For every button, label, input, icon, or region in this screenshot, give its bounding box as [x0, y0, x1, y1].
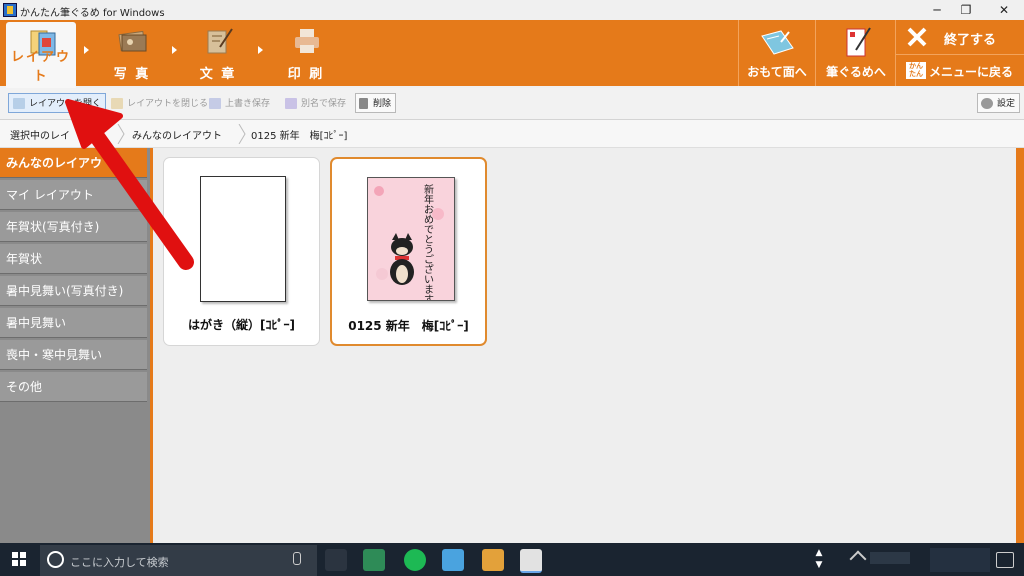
sidebar-item-shochu-photo[interactable]: 暑中見舞い(写真付き)	[0, 276, 147, 306]
breadcrumb-separator-icon	[238, 124, 246, 144]
overwrite-save-label: 上書き保存	[225, 99, 271, 109]
exit-label: 終了する	[944, 33, 997, 48]
windows-start-icon[interactable]	[12, 552, 26, 566]
cortana-icon	[47, 551, 64, 568]
back-to-menu-label: メニューに戻る	[929, 65, 1014, 79]
step-print-tab[interactable]: 印 刷	[270, 20, 342, 86]
delete-button[interactable]: 削除	[355, 93, 397, 113]
settings-button[interactable]: 設定	[977, 93, 1021, 113]
plum-blossom-icon	[374, 186, 384, 196]
shiba-dog-illustration	[390, 233, 414, 285]
overwrite-save-button[interactable]: 上書き保存	[204, 93, 275, 113]
photo-stack-icon	[118, 30, 147, 52]
postcard-front-icon	[761, 30, 794, 55]
go-front-side-button[interactable]: おもて面へ	[738, 20, 815, 86]
greeting-vertical-text: 新年おめでとうございます	[424, 185, 434, 301]
kantan-badge-icon: かんたん	[906, 62, 926, 79]
open-folder-icon	[13, 98, 25, 109]
app-icon-green[interactable]	[363, 549, 385, 571]
exit-button[interactable]: 終了する	[895, 20, 1024, 55]
breadcrumb-layout[interactable]: 0125 新年 梅[ｺﾋﾟｰ]	[251, 127, 347, 142]
go-fudegurume-button[interactable]: 筆ぐるめへ	[815, 20, 896, 86]
delete-label: 削除	[373, 99, 392, 109]
step-text-tab[interactable]: 文 章	[182, 20, 254, 86]
close-window-button[interactable]: ✕	[984, 0, 1024, 20]
go-front-side-label: おもて面へ	[747, 65, 807, 79]
window-title: かんたん筆ぐるめ for Windows	[20, 8, 165, 19]
maximize-button[interactable]: ❐	[946, 0, 986, 20]
tray-icons[interactable]	[870, 552, 910, 564]
step-text-label: 文 章	[199, 67, 237, 82]
save-as-button[interactable]: 別名で保存	[280, 93, 351, 113]
close-x-icon	[907, 27, 927, 47]
save-as-disk-icon	[285, 98, 297, 109]
sidebar-item-shochu[interactable]: 暑中見舞い	[0, 308, 147, 338]
step-photo-tab[interactable]: 写 真	[96, 20, 168, 86]
task-view-icon[interactable]	[325, 549, 347, 571]
step-arrow-icon	[84, 46, 89, 54]
back-to-menu-button[interactable]: かんたん メニューに戻る	[895, 55, 1024, 86]
sidebar-item-other[interactable]: その他	[0, 372, 147, 402]
gear-icon	[981, 98, 993, 109]
step-photo-label: 写 真	[113, 67, 151, 82]
sidebar-item-mochu[interactable]: 喪中・寒中見舞い	[0, 340, 147, 370]
step-print-label: 印 刷	[287, 67, 325, 82]
trash-icon	[359, 98, 368, 109]
right-accent-bar	[1016, 148, 1024, 543]
address-card-icon	[846, 27, 871, 57]
scroll-arrows-icon[interactable]: ▲ ▼	[813, 547, 825, 571]
brush-paper-icon	[207, 28, 233, 54]
blank-postcard-thumbnail	[200, 176, 286, 302]
folder-icon[interactable]	[482, 549, 504, 571]
breadcrumb-current: 選択中のレイ	[10, 131, 70, 142]
app-icon-blue[interactable]	[442, 549, 464, 571]
layout-card-label: 0125 新年 梅[ｺﾋﾟｰ]	[348, 319, 469, 333]
app-icon-circle-green[interactable]	[404, 549, 426, 571]
step-layout-tab[interactable]: レイアウト	[6, 22, 76, 88]
clock-area[interactable]	[930, 548, 990, 572]
step-arrow-icon	[258, 46, 263, 54]
settings-label: 設定	[997, 99, 1016, 109]
red-pointer-arrow-icon	[65, 99, 194, 270]
fudegurume-taskbar-icon[interactable]	[520, 549, 542, 573]
search-placeholder: ここに入力して検索	[70, 556, 169, 569]
microphone-icon[interactable]	[293, 552, 301, 565]
layout-card-ume[interactable]: 新年おめでとうございます 0125 新年 梅[ｺﾋﾟｰ]	[330, 157, 487, 346]
layout-card-label: はがき（縦）[ｺﾋﾟｰ]	[188, 318, 295, 332]
step-layout-label: レイアウト	[10, 50, 71, 84]
save-as-label: 別名で保存	[301, 99, 347, 109]
printer-icon	[295, 29, 319, 53]
go-fudegurume-label: 筆ぐるめへ	[826, 65, 886, 79]
notification-icon[interactable]	[996, 552, 1014, 568]
ume-postcard-thumbnail: 新年おめでとうございます	[367, 177, 455, 301]
app-icon	[3, 3, 17, 17]
step-arrow-icon	[172, 46, 177, 54]
